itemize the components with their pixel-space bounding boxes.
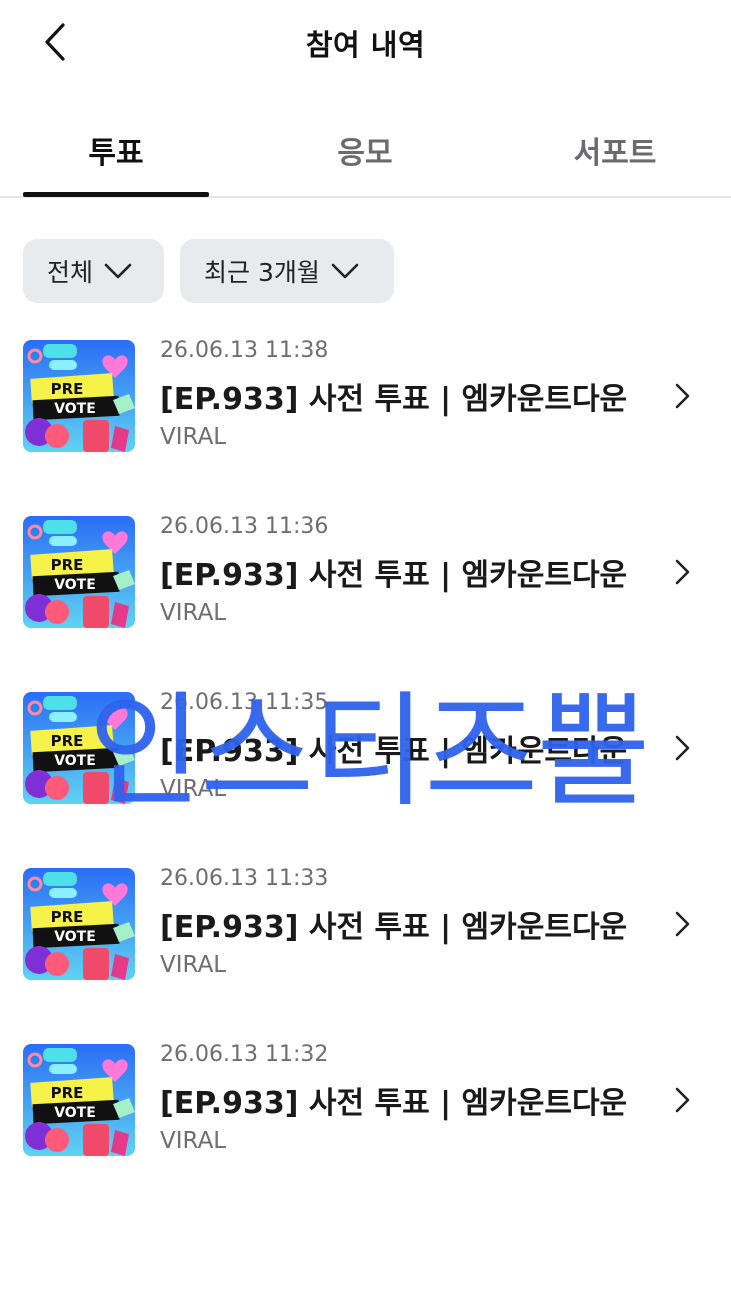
chevron-right-icon <box>675 735 690 761</box>
item-subtitle: VIRAL <box>160 600 227 626</box>
item-title: [EP.933] 사전 투표 | 엠카운트다운 <box>160 734 628 769</box>
filter-period-dropdown[interactable]: 최근 3개월 <box>180 239 394 303</box>
thumb-text-vote: VOTE <box>54 753 96 769</box>
thumb-text-pre: PRE <box>51 732 84 750</box>
vote-thumbnail: PRE VOTE <box>23 340 135 452</box>
thumb-text-pre: PRE <box>51 908 84 926</box>
filter-period-label: 최근 3개월 <box>204 258 320 287</box>
thumb-text-vote: VOTE <box>54 1105 96 1121</box>
item-subtitle: VIRAL <box>160 952 227 978</box>
item-date: 26.06.13 11:35 <box>160 690 329 715</box>
chevron-down-icon <box>104 263 132 279</box>
item-date: 26.06.13 11:36 <box>160 514 329 539</box>
item-subtitle: VIRAL <box>160 776 227 802</box>
thumb-text-pre: PRE <box>51 380 84 398</box>
thumb-text-vote: VOTE <box>54 577 96 593</box>
tab-vote[interactable]: 투표 <box>23 128 209 172</box>
list-item[interactable]: PRE VOTE 26.06.13 11:32 [EP.933] 사전 투표 |… <box>0 1042 731 1218</box>
tab-support[interactable]: 서포트 <box>522 128 708 172</box>
thumb-text-pre: PRE <box>51 556 84 574</box>
vote-thumbnail: PRE VOTE <box>23 1044 135 1156</box>
item-date: 26.06.13 11:38 <box>160 338 329 363</box>
list-item[interactable]: PRE VOTE 26.06.13 11:33 [EP.933] 사전 투표 |… <box>0 866 731 1042</box>
vote-thumbnail: PRE VOTE <box>23 692 135 804</box>
list-item[interactable]: PRE VOTE 26.06.13 11:35 [EP.933] 사전 투표 |… <box>0 690 731 866</box>
chevron-right-icon <box>675 911 690 937</box>
item-title: [EP.933] 사전 투표 | 엠카운트다운 <box>160 382 628 417</box>
item-subtitle: VIRAL <box>160 1128 227 1154</box>
chevron-right-icon <box>675 1087 690 1113</box>
item-title: [EP.933] 사전 투표 | 엠카운트다운 <box>160 910 628 945</box>
chevron-right-icon <box>675 383 690 409</box>
active-tab-indicator <box>23 192 209 197</box>
page-title: 참여 내역 <box>305 28 426 62</box>
chevron-down-icon <box>331 263 359 279</box>
participation-list: PRE VOTE 26.06.13 11:38 [EP.933] 사전 투표 |… <box>0 338 731 1218</box>
item-date: 26.06.13 11:32 <box>160 1042 329 1067</box>
vote-thumbnail: PRE VOTE <box>23 516 135 628</box>
item-subtitle: VIRAL <box>160 424 227 450</box>
chevron-right-icon <box>675 559 690 585</box>
item-date: 26.06.13 11:33 <box>160 866 329 891</box>
tab-bar: 투표 응모 서포트 <box>0 110 731 198</box>
thumb-text-vote: VOTE <box>54 401 96 417</box>
filter-type-dropdown[interactable]: 전체 <box>23 239 164 303</box>
tab-entry[interactable]: 응모 <box>272 128 458 172</box>
vote-thumbnail: PRE VOTE <box>23 868 135 980</box>
list-item[interactable]: PRE VOTE 26.06.13 11:38 [EP.933] 사전 투표 |… <box>0 338 731 514</box>
item-title: [EP.933] 사전 투표 | 엠카운트다운 <box>160 558 628 593</box>
thumb-text-vote: VOTE <box>54 929 96 945</box>
list-item[interactable]: PRE VOTE 26.06.13 11:36 [EP.933] 사전 투표 |… <box>0 514 731 690</box>
filter-bar: 전체 최근 3개월 <box>23 239 394 303</box>
thumb-text-pre: PRE <box>51 1084 84 1102</box>
item-title: [EP.933] 사전 투표 | 엠카운트다운 <box>160 1086 628 1121</box>
filter-type-label: 전체 <box>47 258 94 287</box>
header: 참여 내역 <box>0 0 731 84</box>
